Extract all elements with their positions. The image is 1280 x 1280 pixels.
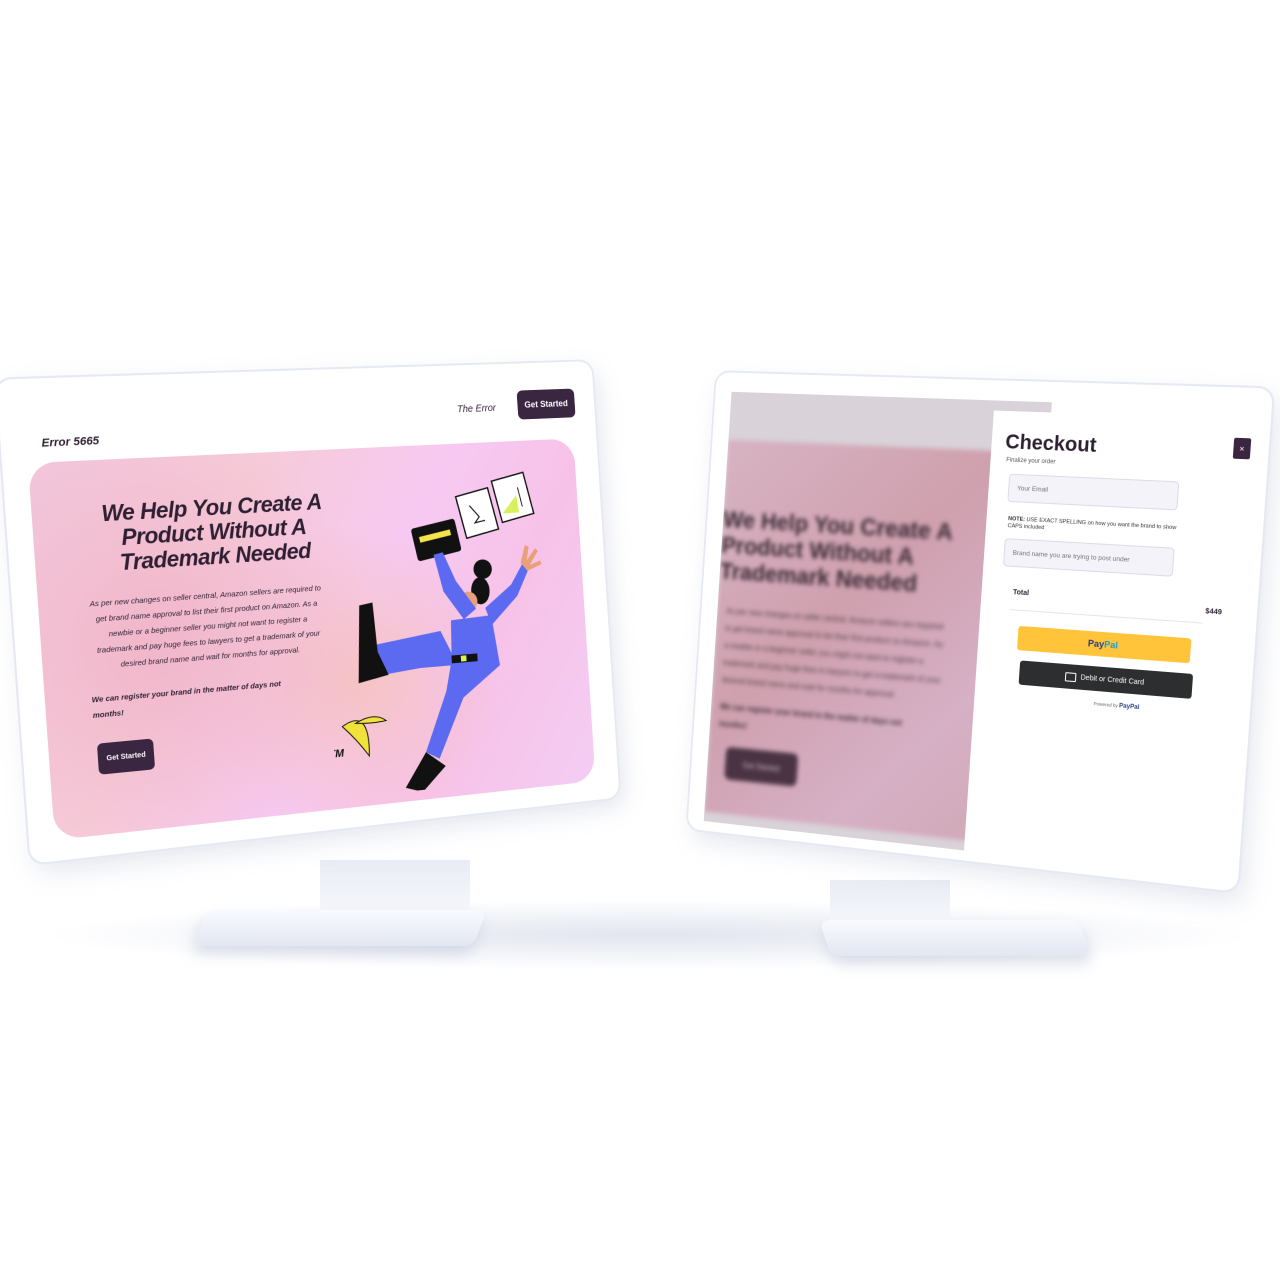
powered-by-brand: PayPal [1118, 703, 1140, 712]
person-illustration [353, 544, 542, 794]
hero-body: As per new changes on seller central, Am… [89, 583, 322, 669]
left-monitor: Error 5665 The Error Get Started We Help… [0, 361, 630, 970]
total-label: Total [1012, 589, 1030, 598]
tm-mark: TM [328, 748, 345, 761]
monitor-stand-base [819, 920, 1091, 956]
hero-section: We Help You Create A Product Without A T… [27, 438, 596, 841]
trademark-banana-icon: TM [328, 716, 388, 761]
hero-illustration: TM [328, 468, 542, 794]
close-icon[interactable]: × [1232, 437, 1252, 460]
header-get-started-button[interactable]: Get Started [516, 388, 576, 420]
site-logo[interactable]: Error 5665 [41, 435, 99, 450]
hero-get-started-button[interactable]: Get Started [96, 738, 156, 775]
note-text: USE EXACT SPELLING on how you want the b… [1007, 517, 1177, 532]
credit-card-icon [1065, 671, 1077, 682]
paypal-button[interactable]: Pay Pal [1016, 625, 1192, 664]
documents-icon [454, 472, 535, 539]
powered-by-text: Powered by [1093, 701, 1118, 709]
right-screen: We Help You Create A Product Without A T… [687, 372, 1274, 892]
paypal-pay-text: Pay [1087, 638, 1105, 650]
blurred-hero-bold-text: We can register your brand in the matter… [718, 702, 903, 731]
blurred-hero-body: As per new changes on seller central, Am… [721, 606, 944, 700]
left-screen: Error 5665 The Error Get Started We Help… [0, 361, 620, 864]
paypal-pal-text: Pal [1103, 639, 1119, 651]
total-value: $449 [1205, 608, 1223, 617]
spelling-note: NOTE: USE EXACT SPELLING on how you want… [1007, 516, 1191, 540]
divider [1009, 609, 1204, 624]
monitor-stand-base [193, 910, 487, 946]
email-field[interactable] [1007, 473, 1180, 511]
checkout-modal: Checkout Finalize your order × NOTE: USE… [963, 410, 1266, 881]
note-label: NOTE: [1007, 516, 1026, 523]
checkout-subtitle: Finalize your order [1005, 457, 1056, 466]
nav-link-the-error[interactable]: The Error [457, 403, 496, 415]
brand-name-field[interactable] [1002, 538, 1175, 577]
hero-title: We Help You Create A Product Without A T… [100, 488, 323, 576]
checkout-title: Checkout [1004, 431, 1098, 458]
powered-by-paypal: Powered by PayPal [1093, 701, 1139, 711]
debit-credit-card-button[interactable]: Debit or Credit Card [1018, 660, 1194, 699]
right-monitor: We Help You Create A Product Without A T… [680, 372, 1274, 980]
blurred-hero-title: We Help You Create A Product Without A T… [719, 506, 954, 598]
blurred-get-started-button: Get Started [724, 746, 799, 787]
site-header: Error 5665 The Error Get Started [0, 361, 596, 454]
hero-bold-text: We can register your brand in the matter… [91, 678, 282, 721]
card-button-label: Debit or Credit Card [1080, 673, 1145, 687]
